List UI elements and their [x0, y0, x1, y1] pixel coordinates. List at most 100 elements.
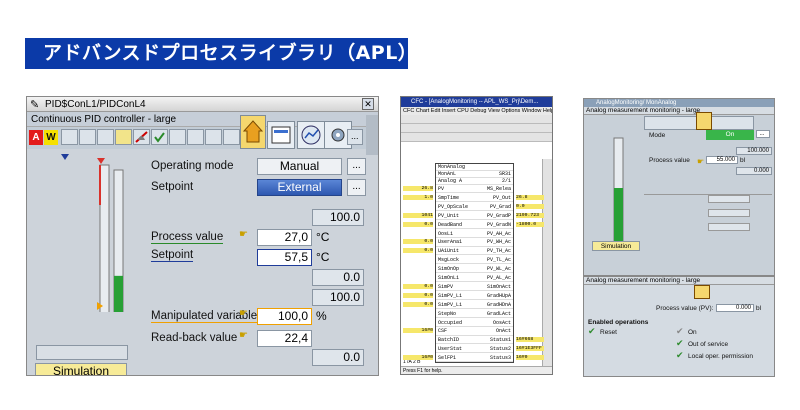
block-pin-row[interactable]: UserStat Status2 — [436, 346, 513, 354]
input-value: 16#0 — [403, 328, 433, 334]
check-icon[interactable] — [151, 129, 168, 145]
cfc-scrollbar[interactable] — [542, 159, 552, 366]
more-button[interactable]: ... — [347, 129, 363, 145]
block-input-pin: OosLi — [438, 230, 454, 237]
close-button[interactable]: ✕ — [362, 98, 374, 110]
block-input-pin: PV_OpScale — [438, 203, 469, 210]
block-pin-row[interactable]: SimOnOp PV_WL_Ac — [436, 266, 513, 274]
cfc-toolbar-1[interactable] — [401, 115, 552, 124]
pv-range-high: 100.0 — [312, 209, 364, 226]
output-value: 0.0 — [516, 203, 544, 209]
setpoint-value-unit: °C — [316, 250, 330, 264]
setpoint-value-field[interactable]: 57,5 — [257, 249, 312, 266]
mon-range-high: 100.000 — [736, 147, 772, 155]
block-pin-row[interactable]: SimPV SimOnAct — [436, 283, 513, 292]
block-input-pin: SimOnLi — [438, 275, 460, 281]
input-value: 0.0 — [403, 292, 433, 298]
block-output-pin: GradHUpA — [486, 292, 511, 299]
alarm-w-badge[interactable]: W — [44, 130, 58, 145]
block-pin-row[interactable]: MsgLock PV_TL_Ac — [436, 257, 513, 265]
block-input-pin: SimOnOp — [438, 266, 460, 273]
block-pin-row[interactable]: StepNo GradLAct — [436, 311, 513, 318]
cfc-function-block[interactable]: MonAnalog MonAnL SR31 Analog A 2/1 PV MS_Re… — [435, 163, 514, 363]
output-value: -1800.0 — [516, 221, 544, 227]
trend-icon[interactable] — [297, 121, 325, 149]
check-icon: ✔ — [676, 326, 684, 336]
mon-bottom-title: Analog measurement monitoring - large — [584, 277, 774, 285]
block-output-pin: GradHDnA — [486, 301, 511, 308]
folder-icon[interactable] — [115, 129, 132, 145]
block-output-pin: PV_WH_Ac — [486, 239, 511, 246]
block-pin-row[interactable]: PV_OpScale PV_Grad — [436, 204, 513, 211]
cfc-menubar[interactable]: CFC Chart Edit Insert CPU Debug View Opt… — [401, 107, 552, 115]
block-output-pin: PV_GradP — [486, 212, 511, 219]
faceplate-view-icon[interactable] — [267, 121, 295, 149]
mon-range-low: 0.000 — [736, 167, 772, 175]
block-output-pin: PV_TH_Ac — [486, 248, 511, 255]
block-pin-row[interactable]: SelFP1 Status3 — [436, 355, 513, 363]
block-pin-row[interactable]: DeadBand PV_GradN — [436, 222, 513, 229]
setpoint-value-label: Setpoint — [151, 249, 194, 262]
toolbar-button-2[interactable] — [79, 129, 96, 145]
setpoint-mode-dots[interactable]: ... — [347, 179, 366, 196]
toolbar-button-3[interactable] — [97, 129, 114, 145]
block-output-pin: GradLAct — [486, 310, 511, 317]
block-pin-row[interactable]: SimPV_Li GradHUpA — [436, 293, 513, 300]
mon-simulation: Simulation — [592, 241, 640, 251]
bell-off-icon[interactable] — [133, 129, 150, 145]
block-pin-row[interactable]: UA1Unit PV_TH_Ac — [436, 248, 513, 256]
mon-mode-on[interactable]: On — [706, 130, 754, 140]
simulation-label: Simulation — [35, 363, 127, 375]
cfc-titlebar: CFC - [AnalogMonitoring -- APL_WS_Prj\De… — [401, 97, 552, 107]
star-icon[interactable] — [169, 129, 186, 145]
process-value-label: Process value — [151, 231, 224, 244]
readback-label: Read-back value — [151, 332, 238, 344]
block-pin-row[interactable]: UserAna1 PV_WH_Ac — [436, 239, 513, 247]
block-output-pin: MS_Relea — [486, 186, 511, 192]
mon-pv2-label: Process value (PV): — [656, 305, 714, 312]
block-input-pin: BatchID — [438, 337, 460, 344]
toolbar-button-9[interactable] — [205, 129, 222, 145]
block-output-pin: SimOnAct — [486, 283, 511, 290]
home-icon[interactable] — [240, 115, 266, 149]
block-pin-row[interactable]: PV MS_Relea — [436, 186, 513, 194]
block-pin-row[interactable]: SimOnLi PV_AL_Ac — [436, 275, 513, 283]
pid-side-scrollbar[interactable] — [366, 115, 378, 155]
toolbar-button-10[interactable] — [223, 129, 240, 145]
input-value: 26.8 — [403, 186, 433, 191]
mon-mode-dots[interactable]: ... — [756, 130, 770, 138]
setpoint-external-button[interactable]: External — [257, 179, 342, 196]
pid-window-title: PID$ConL1/PIDConL4 — [45, 99, 146, 110]
cfc-toolbar-2[interactable] — [401, 124, 552, 133]
check-icon: ✔ — [588, 326, 596, 336]
input-value: 0.0 — [403, 239, 433, 245]
block-output-pin: Status3 — [489, 355, 511, 362]
block-pin-row[interactable]: PV_Unit PV_GradP — [436, 213, 513, 220]
input-value: 1041 — [403, 212, 433, 218]
block-type: MonAnL — [438, 171, 457, 177]
block-pin-row[interactable]: SimPV_Li GradHDnA — [436, 302, 513, 309]
block-pin-row[interactable]: CSF OnAct — [436, 328, 513, 336]
block-input-pin: PV_Unit — [438, 212, 460, 219]
output-value: 26.8 — [516, 194, 544, 200]
manipulated-variable-field[interactable]: 100,0 — [257, 308, 312, 325]
block-pin-row[interactable]: Occupied OosAct — [436, 320, 513, 327]
mon-pv-field: 55.000 — [706, 156, 738, 164]
cfc-toolbar-3[interactable] — [401, 133, 552, 142]
alarm-a-badge[interactable]: A — [29, 130, 43, 145]
toolbar-button-1[interactable] — [61, 129, 78, 145]
block-pin-row[interactable]: OosLi PV_AH_Ac — [436, 231, 513, 238]
hand-icon: ☛ — [239, 229, 248, 240]
check-icon: ✔ — [676, 350, 684, 360]
operating-mode-button[interactable]: Manual — [257, 158, 342, 175]
home-icon[interactable] — [694, 285, 710, 299]
operating-mode-dots[interactable]: ... — [347, 158, 366, 175]
block-pin-row[interactable]: SmpTime PV_Out — [436, 195, 513, 203]
setpoint-mode-label: Setpoint — [151, 181, 194, 193]
toolbar-button-8[interactable] — [187, 129, 204, 145]
mon-pv2-field: 0.000 — [716, 304, 754, 312]
home-icon[interactable] — [696, 112, 712, 130]
block-output-pin: PV_AL_Ac — [486, 275, 511, 281]
block-pin-row[interactable]: BatchID Status1 — [436, 337, 513, 345]
mon-pv2-unit: bl — [756, 305, 762, 312]
